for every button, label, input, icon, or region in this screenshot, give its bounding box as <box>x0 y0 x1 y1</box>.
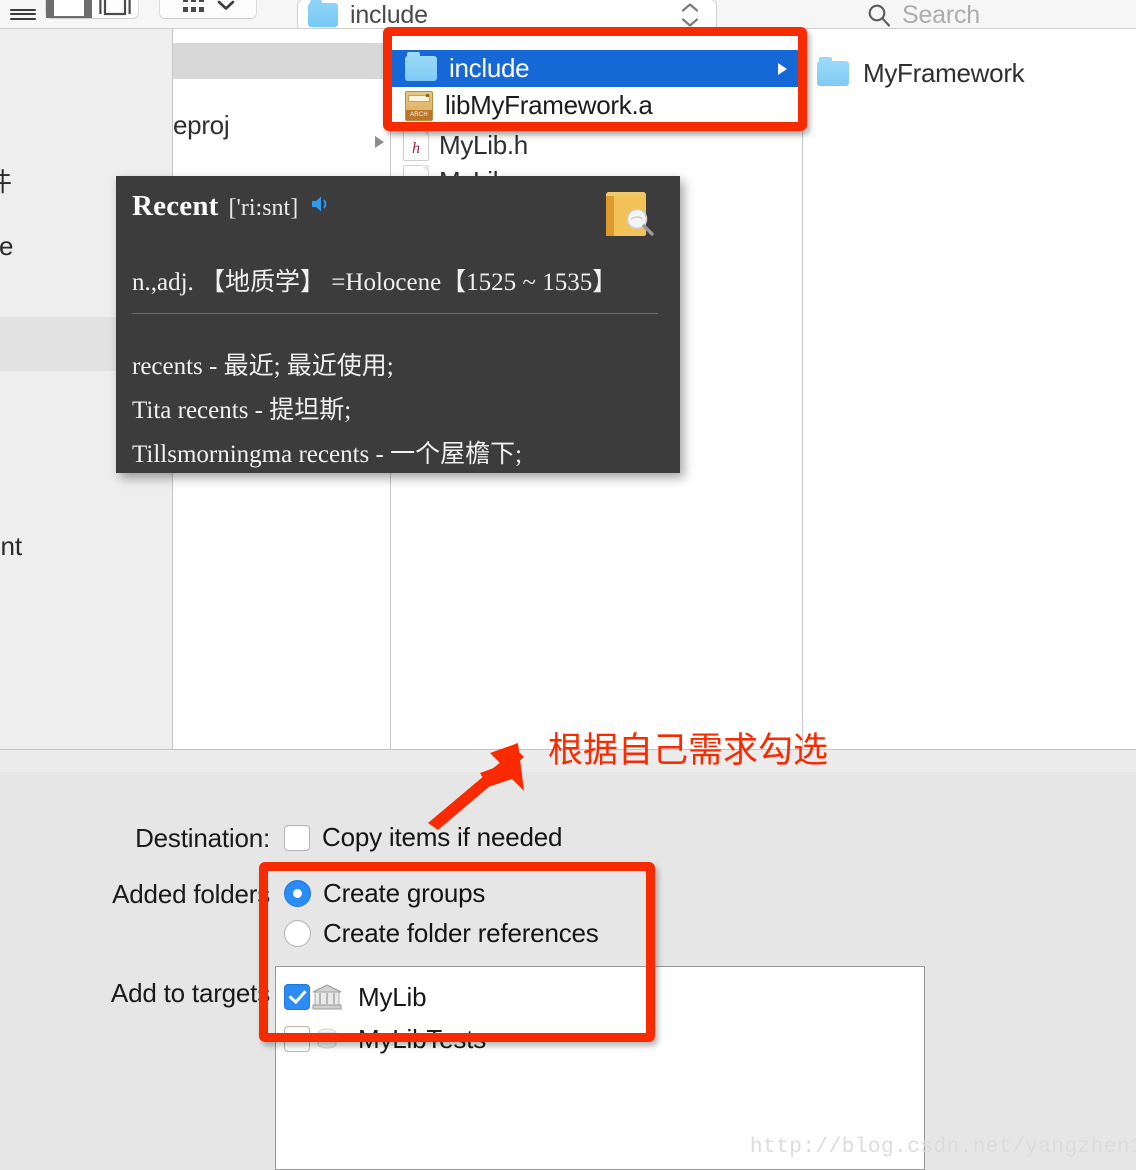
dictionary-phonetic: ['ri:snt] <box>228 195 299 221</box>
stepper-icon[interactable] <box>680 3 700 28</box>
search-placeholder: Search <box>902 0 981 29</box>
browser-column-d: MyFramework <box>803 29 1136 749</box>
create-folder-references-label: Create folder references <box>323 918 599 948</box>
speaker-icon[interactable] <box>310 194 334 219</box>
create-folder-references-radio-row[interactable]: Create folder references <box>284 918 599 949</box>
view-mode-segmented-control <box>46 0 138 18</box>
path-popup-button[interactable]: include <box>298 0 716 28</box>
dictionary-definition: n.,adj. 【地质学】 =Holocene【1525 ~ 1535】 <box>132 269 618 296</box>
dictionary-example: recents - 最近; 最近使用; <box>132 353 394 380</box>
sidebar-row-label: ve <box>0 230 14 261</box>
folder-icon <box>817 56 849 86</box>
library-target-icon <box>310 982 344 1012</box>
target-checkbox[interactable] <box>284 1026 310 1052</box>
add-to-targets-label: Add to targets <box>110 978 270 1008</box>
finder-toolbar: include Search <box>0 0 1136 28</box>
target-label: MyLibTests <box>358 1023 487 1054</box>
red-arrow-icon <box>420 735 540 835</box>
file-row[interactable]: eproj <box>173 107 390 143</box>
file-row-label: MyLib.h <box>439 129 528 160</box>
grid-icon <box>183 0 204 12</box>
screenshot-root: include Search 件 ve <box>0 0 1136 1170</box>
search-field[interactable]: Search <box>866 0 980 28</box>
dictionary-book-icon <box>602 190 656 238</box>
submenu-arrow-icon <box>778 62 787 75</box>
create-groups-radio[interactable] <box>284 880 311 907</box>
annotation-note: 根据自己需求勾选 <box>548 731 829 771</box>
folder-icon <box>308 0 338 27</box>
added-folders-label: Added folders <box>112 879 270 909</box>
chevron-down-icon <box>217 0 235 10</box>
sidebar-toggle-button[interactable] <box>0 0 46 28</box>
create-groups-radio-row[interactable]: Create groups <box>284 878 485 909</box>
target-checkbox[interactable] <box>284 984 310 1010</box>
hamburger-line <box>10 13 36 15</box>
watermark: http://blog.csdn.net/yangzhen19900701 <box>750 1136 1136 1159</box>
dictionary-header: Recent ['ri:snt] <box>132 190 334 223</box>
sidebar-row-label: ent <box>0 530 23 561</box>
dictionary-example: Tillsmorningma recents - 一个屋檐下; <box>132 441 523 468</box>
destination-label: Destination: <box>135 823 270 853</box>
file-row-label: MyFramework <box>863 57 1025 88</box>
gallery-view-button[interactable] <box>92 0 138 18</box>
create-groups-label: Create groups <box>323 878 486 908</box>
dictionary-example: Tita recents - 提坦斯; <box>132 397 352 424</box>
file-row-selected[interactable] <box>173 43 390 79</box>
hamburger-line <box>10 8 36 11</box>
menu-item-label: include <box>449 53 530 83</box>
column-view-button[interactable] <box>46 0 92 18</box>
path-popup-label: include <box>350 0 428 29</box>
sidebar-row[interactable]: ent <box>0 519 172 573</box>
file-row-label: eproj <box>173 109 230 140</box>
dictionary-popup: Recent ['ri:snt] n.,adj. 【地质学】 =Holocene… <box>116 176 680 473</box>
arrange-by-button[interactable] <box>160 0 256 18</box>
include-popup-menu: include ARCH libMyFramework.a <box>390 32 802 128</box>
dictionary-divider <box>132 313 658 314</box>
target-row-mylib[interactable]: MyLib <box>284 977 427 1017</box>
dictionary-word: Recent <box>132 190 219 222</box>
menu-item-label: libMyFramework.a <box>445 90 653 120</box>
column-view-icon <box>54 0 84 16</box>
sidebar-row-label: 件 <box>0 162 12 199</box>
gallery-view-icon <box>99 0 131 16</box>
hamburger-line <box>10 17 36 20</box>
folder-icon <box>405 52 437 81</box>
disclosure-arrow-icon[interactable] <box>375 136 384 148</box>
menu-item-include[interactable]: include <box>391 50 801 87</box>
copy-items-checkbox[interactable] <box>284 824 310 851</box>
file-row[interactable]: MyFramework <box>817 55 1025 91</box>
search-icon <box>868 4 891 27</box>
h-file-icon: h <box>403 129 429 161</box>
create-folder-references-radio[interactable] <box>284 920 311 947</box>
target-label: MyLib <box>358 981 427 1012</box>
menu-item-libmyframework[interactable]: ARCH libMyFramework.a <box>391 87 801 124</box>
test-target-icon <box>310 1024 344 1054</box>
archive-icon: ARCH <box>405 90 433 121</box>
file-row[interactable]: h MyLib.h <box>403 127 528 163</box>
target-row-mylibtests[interactable]: MyLibTests <box>284 1019 486 1059</box>
